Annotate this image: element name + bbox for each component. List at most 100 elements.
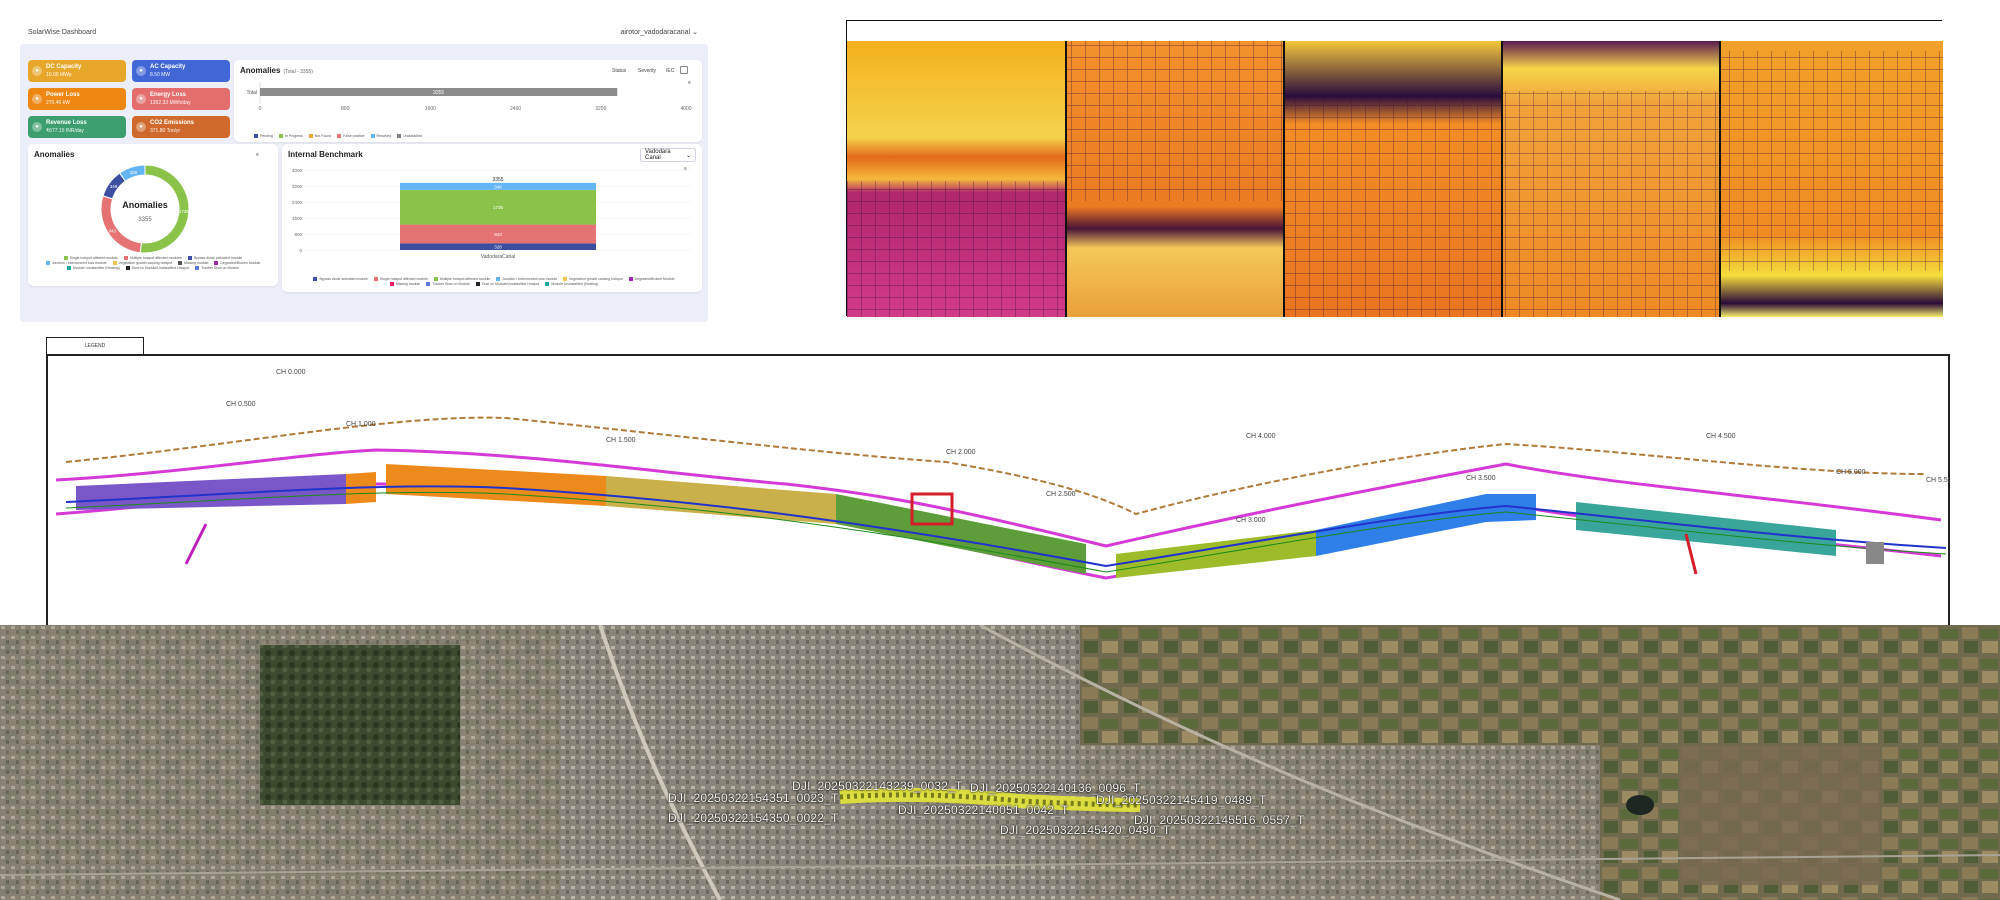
kpi-value: 8.50 MW [150,71,171,78]
legend-item[interactable]: Tracker Stow on Module [195,266,239,270]
kpi-title: Energy Loss [150,92,187,99]
segment-label: 349 [494,184,502,189]
kpi-value: 1352.33 MWh/day [150,99,191,106]
legend-item[interactable]: Missing module [389,282,420,286]
legend-item[interactable]: Degraded/Broken Module [214,261,260,265]
anomalies-donut-chart: 1735 943 349 328 Anomalies 3355 [100,164,190,254]
legend-item[interactable]: Bypass diode activated module [313,277,368,281]
anomalies-bar-chart: Total 3355 0 800 1600 2400 3200 4000 [246,82,692,112]
legend-item[interactable]: Module Unclassified (Heating) [67,266,120,270]
legend-item[interactable]: Missing module [178,261,208,265]
kpi-value: 10.00 MWp [46,71,72,78]
slice-label: 349 [110,184,118,189]
anomalies-status-card: Anomalies (Total - 3355) Status Severity … [234,60,702,142]
slice-label: 1735 [179,209,190,214]
kpi-card[interactable]: ● Revenue Loss ₹677.15 INR/day [28,116,126,138]
canal-route-drawing: CH 0.000 CH 0.500 CH 1.000 CH 1.500 CH 2.000… [46,354,1950,636]
legend-item[interactable]: Multiple hotspot affected module [433,277,490,281]
chainage-label: CH 5.000 [1836,469,1866,476]
kpi-card[interactable]: ● Power Loss 270.46 kW [28,88,126,110]
category-label: VadodaraCanal [481,254,515,260]
legend-item[interactable]: Not Found [308,134,331,138]
kpi-card[interactable]: ● Energy Loss 1352.33 MWh/day [132,88,230,110]
chainage-label: CH 0.500 [226,401,256,408]
dashboard-topbar: SolarWise Dashboard airotor_vadodaracana… [20,20,708,44]
legend-item[interactable]: Junction / Interconnect loss module [45,261,107,265]
kpi-title: CO2 Emissions [150,120,195,127]
donut-center-value: 3355 [138,217,152,223]
legend-item[interactable]: Bypass diode activated module [187,256,242,260]
donut-legend: Single hotspot affected module Multiple h… [34,256,272,270]
kpi-grid: ● DC Capacity 10.00 MWp ● AC Capacity 8.50 MW… [28,60,230,138]
thermal-images [847,21,1943,317]
bar-value-label: 3355 [433,90,444,96]
image-label[interactable]: DJI_20250322154350_0022_T [668,811,838,825]
image-label[interactable]: DJI_20250322145419_0489_T [1096,793,1266,807]
kpi-value: 270.46 kW [46,99,70,106]
chainage-label: CH 2.000 [946,449,976,456]
legend-item[interactable]: Dust on Module/Unclassified Hotspot [476,282,539,286]
app-title[interactable]: SolarWise Dashboard [28,29,96,36]
bolt-icon: ● [32,94,42,104]
y-tick-label: 3200 [292,184,303,189]
image-label[interactable]: DJI_20250322154351_0023_T [668,791,838,805]
benchmark-stacked-chart: 4000 3200 2400 1600 800 0 328 943 1735 3493355 Vad… [292,168,692,260]
legend-item[interactable]: Pending [254,134,273,138]
chainage-label: CH 3.000 [1236,517,1266,524]
kpi-value: 371.80 Ton/yr [150,127,181,134]
chainage-label: CH 1.500 [606,437,636,444]
legend-item[interactable]: Module Unclassified (Heating) [545,282,598,286]
plug-icon: ● [136,66,146,76]
legend-item[interactable]: Vegetation growth causing hotspot [112,261,172,265]
legend-item[interactable]: Tracker Stow on Module [426,282,470,286]
kpi-card[interactable]: ● CO2 Emissions 371.80 Ton/yr [132,116,230,138]
user-menu[interactable]: airotor_vadodaracanal ⌄ [620,28,698,37]
thermal-panel-4 [1503,41,1719,317]
legend-item[interactable]: False positive [337,134,365,138]
legend-item[interactable]: Vegetation growth causing hotspot [563,277,623,281]
legend-item[interactable]: Unclassified [397,134,422,138]
bar-category-label: Total [246,90,257,96]
thermal-panel-1 [847,41,1065,317]
rupee-icon: ● [32,122,42,132]
y-tick-label: 2400 [292,200,303,205]
chainage-label: CH 5.500 [1926,477,1950,484]
battery-icon: ● [136,94,146,104]
x-tick-label: 1600 [425,106,436,112]
legend-item[interactable]: Dust on Module/Unclassified Hotspot [125,266,189,270]
image-label[interactable]: DJI_20250322140051_0042_T [898,803,1068,817]
y-tick-label: 4000 [292,168,303,173]
segment-label: 943 [494,232,502,237]
y-tick-label: 800 [294,232,302,237]
kpi-card[interactable]: ● DC Capacity 10.00 MWp [28,60,126,82]
chainage-label: CH 2.500 [1046,491,1076,498]
kpi-title: AC Capacity [150,64,186,71]
legend-item[interactable]: Resolved [370,134,391,138]
slice-label: 328 [129,170,137,175]
legend-item[interactable]: Degraded/Broken Module [628,277,675,281]
sun-icon: ● [32,66,42,76]
kpi-title: Power Loss [46,92,80,99]
legend-item[interactable]: Single hotspot affected module [373,277,428,281]
image-label[interactable]: DJI_20250322145420_0490_T [1000,823,1170,837]
kpi-value: ₹677.15 INR/day [46,127,84,134]
segment-label: 1735 [493,205,504,210]
x-tick-label: 4000 [680,106,691,112]
legend-item[interactable]: Single hotspot affected module [63,256,118,260]
total-label: 3355 [492,177,503,183]
legend-item[interactable]: Junction / Interconnect loss module [496,277,557,281]
legend-item[interactable]: In Progress [278,134,303,138]
screen-collage: { "dashboard": { "app_title": "SolarWise… [0,0,2000,900]
segment-label: 328 [494,245,502,250]
kpi-card[interactable]: ● AC Capacity 8.50 MW [132,60,230,82]
solarwise-dashboard: SolarWise Dashboard airotor_vadodaracana… [20,20,708,322]
chainage-label: CH 1.000 [346,421,376,428]
slice-label: 943 [109,228,117,233]
thermal-panel-3 [1285,41,1501,317]
thermal-image-strip [846,20,1943,317]
chainage-label: CH 0.000 [276,369,306,376]
donut-center-title: Anomalies [122,200,168,210]
kpi-title: Revenue Loss [46,120,87,127]
chevron-down-icon: ⌄ [692,29,698,36]
legend-item[interactable]: Multiple hotspot affected modules [123,256,182,260]
